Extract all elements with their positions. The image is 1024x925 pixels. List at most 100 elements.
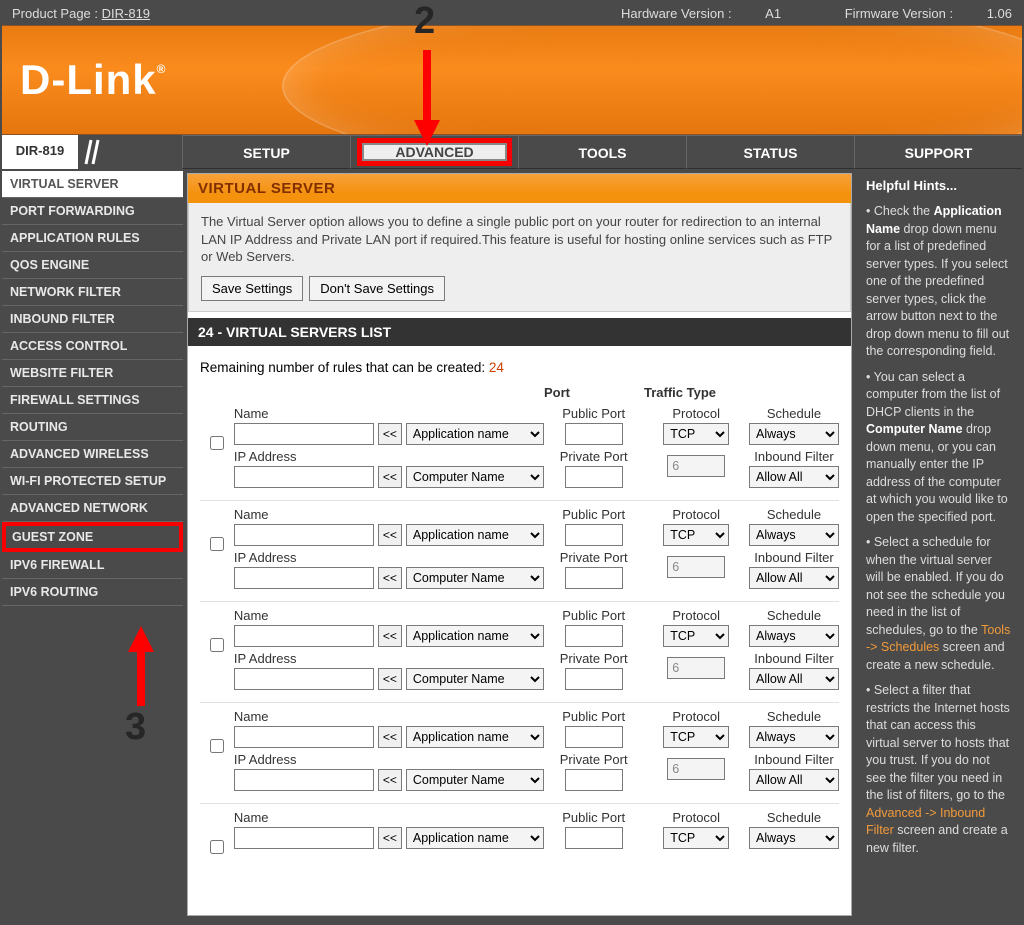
schedule-select[interactable]: Always: [749, 726, 839, 748]
public-port-input[interactable]: [565, 726, 623, 748]
name-input[interactable]: [234, 524, 374, 546]
computer-name-apply-button[interactable]: <<: [378, 668, 402, 690]
sidebar-item-virtual-server[interactable]: VIRTUAL SERVER: [2, 171, 183, 198]
row-enable-checkbox[interactable]: [210, 840, 224, 854]
dont-save-settings-button[interactable]: Don't Save Settings: [309, 276, 445, 301]
protocol-select[interactable]: TCP: [663, 524, 729, 546]
protocol-label: Protocol: [672, 406, 720, 421]
schedule-select[interactable]: Always: [749, 524, 839, 546]
protocol-select[interactable]: TCP: [663, 726, 729, 748]
row-enable-checkbox[interactable]: [210, 739, 224, 753]
app-name-apply-button[interactable]: <<: [378, 625, 402, 647]
schedule-select[interactable]: Always: [749, 625, 839, 647]
tab-advanced[interactable]: ADVANCED: [350, 135, 518, 169]
computer-name-select[interactable]: Computer Name: [406, 466, 544, 488]
public-port-input[interactable]: [565, 423, 623, 445]
application-name-select[interactable]: Application name: [406, 524, 544, 546]
main-panel: VIRTUAL SERVER The Virtual Server option…: [187, 173, 852, 916]
save-settings-button[interactable]: Save Settings: [201, 276, 303, 301]
private-port-input[interactable]: [565, 567, 623, 589]
app-name-apply-button[interactable]: <<: [378, 726, 402, 748]
private-port-input[interactable]: [565, 466, 623, 488]
sidebar-item-application-rules[interactable]: APPLICATION RULES: [2, 225, 183, 252]
protocol-select[interactable]: TCP: [663, 625, 729, 647]
virtual-server-row: Name << Application name IP Address << C…: [200, 500, 839, 601]
public-port-input[interactable]: [565, 625, 623, 647]
protocol-select[interactable]: TCP: [663, 827, 729, 849]
row-enable-checkbox[interactable]: [210, 638, 224, 652]
tab-tools[interactable]: TOOLS: [518, 135, 686, 169]
sidebar-item-port-forwarding[interactable]: PORT FORWARDING: [2, 198, 183, 225]
computer-name-select[interactable]: Computer Name: [406, 668, 544, 690]
private-port-input[interactable]: [565, 668, 623, 690]
inbound-filter-select[interactable]: Allow All: [749, 567, 839, 589]
public-port-input[interactable]: [565, 827, 623, 849]
sidebar-item-advanced-wireless[interactable]: ADVANCED WIRELESS: [2, 441, 183, 468]
sidebar-item-qos-engine[interactable]: QOS ENGINE: [2, 252, 183, 279]
app-name-apply-button[interactable]: <<: [378, 524, 402, 546]
name-input[interactable]: [234, 827, 374, 849]
name-input[interactable]: [234, 726, 374, 748]
inbound-filter-select[interactable]: Allow All: [749, 769, 839, 791]
app-name-apply-button[interactable]: <<: [378, 827, 402, 849]
computer-name-apply-button[interactable]: <<: [378, 567, 402, 589]
name-label: Name: [234, 507, 544, 522]
protocol-label: Protocol: [672, 608, 720, 623]
sidebar-item-website-filter[interactable]: WEBSITE FILTER: [2, 360, 183, 387]
ip-label: IP Address: [234, 449, 544, 464]
application-name-select[interactable]: Application name: [406, 625, 544, 647]
sidebar-item-guest-zone[interactable]: GUEST ZONE: [2, 522, 183, 552]
sidebar-item-wifi-protected-setup[interactable]: WI-FI PROTECTED SETUP: [2, 468, 183, 495]
computer-name-select[interactable]: Computer Name: [406, 567, 544, 589]
row-enable-checkbox[interactable]: [210, 436, 224, 450]
private-port-label: Private Port: [560, 550, 628, 565]
protocol-number-input[interactable]: [667, 455, 725, 477]
name-input[interactable]: [234, 625, 374, 647]
sidebar-item-routing[interactable]: ROUTING: [2, 414, 183, 441]
schedule-select[interactable]: Always: [749, 423, 839, 445]
list-header: Port Traffic Type: [234, 385, 839, 400]
private-port-label: Private Port: [560, 752, 628, 767]
ip-label: IP Address: [234, 752, 544, 767]
sidebar-item-access-control[interactable]: ACCESS CONTROL: [2, 333, 183, 360]
sidebar-item-network-filter[interactable]: NETWORK FILTER: [2, 279, 183, 306]
computer-name-apply-button[interactable]: <<: [378, 769, 402, 791]
protocol-label: Protocol: [672, 810, 720, 825]
hints-title: Helpful Hints...: [866, 177, 1012, 195]
app-name-apply-button[interactable]: <<: [378, 423, 402, 445]
product-page-value[interactable]: DIR-819: [102, 6, 150, 21]
sidebar-item-firewall-settings[interactable]: FIREWALL SETTINGS: [2, 387, 183, 414]
ip-input[interactable]: [234, 668, 374, 690]
sidebar: VIRTUAL SERVER PORT FORWARDING APPLICATI…: [2, 169, 183, 920]
remaining-rules: Remaining number of rules that can be cr…: [200, 360, 839, 375]
sidebar-item-ipv6-routing[interactable]: IPV6 ROUTING: [2, 579, 183, 606]
application-name-select[interactable]: Application name: [406, 827, 544, 849]
application-name-select[interactable]: Application name: [406, 423, 544, 445]
public-port-input[interactable]: [565, 524, 623, 546]
private-port-input[interactable]: [565, 769, 623, 791]
protocol-number-input[interactable]: [667, 556, 725, 578]
sidebar-item-advanced-network[interactable]: ADVANCED NETWORK: [2, 495, 183, 522]
row-enable-checkbox[interactable]: [210, 537, 224, 551]
protocol-number-input[interactable]: [667, 758, 725, 780]
computer-name-apply-button[interactable]: <<: [378, 466, 402, 488]
sidebar-item-inbound-filter[interactable]: INBOUND FILTER: [2, 306, 183, 333]
inbound-filter-select[interactable]: Allow All: [749, 668, 839, 690]
tab-setup[interactable]: SETUP: [182, 135, 350, 169]
ip-input[interactable]: [234, 769, 374, 791]
inbound-filter-select[interactable]: Allow All: [749, 466, 839, 488]
computer-name-select[interactable]: Computer Name: [406, 769, 544, 791]
protocol-label: Protocol: [672, 709, 720, 724]
sidebar-item-ipv6-firewall[interactable]: IPV6 FIREWALL: [2, 552, 183, 579]
inbound-filter-label: Inbound Filter: [754, 651, 834, 666]
tab-support[interactable]: SUPPORT: [854, 135, 1022, 169]
protocol-number-input[interactable]: [667, 657, 725, 679]
schedule-select[interactable]: Always: [749, 827, 839, 849]
name-input[interactable]: [234, 423, 374, 445]
protocol-select[interactable]: TCP: [663, 423, 729, 445]
ip-input[interactable]: [234, 567, 374, 589]
tab-status[interactable]: STATUS: [686, 135, 854, 169]
application-name-select[interactable]: Application name: [406, 726, 544, 748]
ip-input[interactable]: [234, 466, 374, 488]
hint-1: • Check the Application Name drop down m…: [866, 203, 1012, 361]
